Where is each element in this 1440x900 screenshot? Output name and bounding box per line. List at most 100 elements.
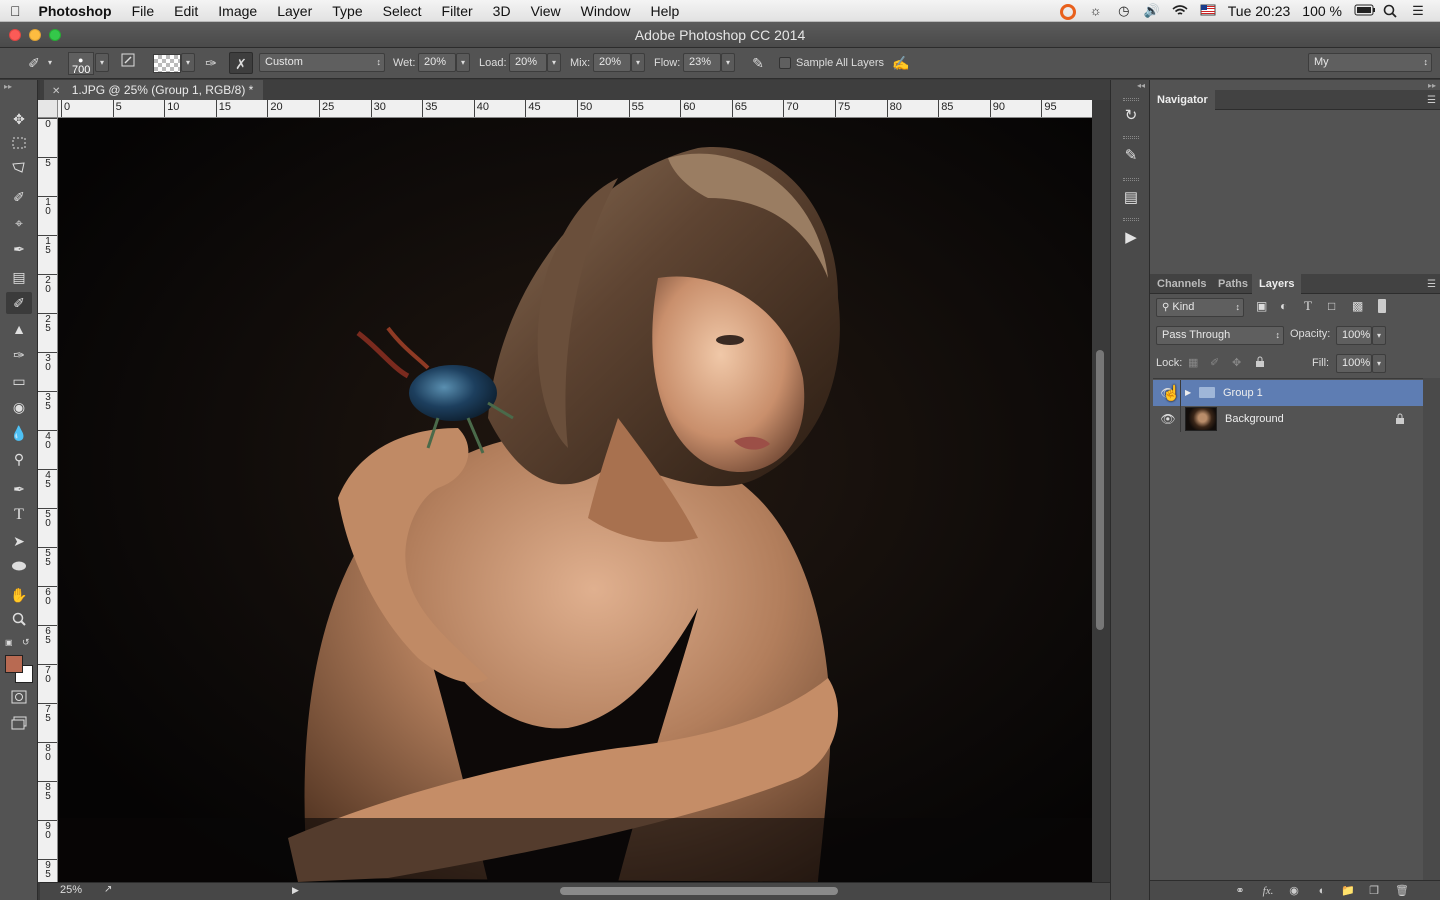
menu-layer[interactable]: Layer [267, 0, 322, 22]
type-tool-icon[interactable]: T [6, 504, 32, 526]
mix-dropdown[interactable]: ▾ [631, 53, 645, 72]
horizontal-scroll-thumb[interactable] [560, 887, 838, 895]
lock-position-icon[interactable]: ✥ [1232, 356, 1241, 369]
zoom-tool-icon[interactable] [6, 610, 32, 632]
battery-percent[interactable]: 100 % [1302, 3, 1342, 19]
brush-preset-dropdown[interactable]: ▾ [95, 53, 109, 72]
menu-type[interactable]: Type [322, 0, 372, 22]
filter-shape-layers-icon[interactable]: □ [1328, 299, 1335, 313]
layer-row-background[interactable]: 👁 Background [1153, 406, 1423, 432]
blur-tool-icon[interactable]: 💧 [6, 422, 32, 444]
close-window-button[interactable] [9, 29, 21, 41]
dock-grip[interactable] [1123, 178, 1139, 181]
notification-center-icon[interactable]: ☰ [1410, 4, 1426, 18]
layer-name[interactable]: Background [1225, 406, 1284, 432]
menu-3d[interactable]: 3D [483, 0, 521, 22]
zoom-level[interactable]: 25% [60, 884, 82, 896]
document-canvas[interactable] [58, 118, 1092, 882]
crop-tool-icon[interactable]: ⌖ [6, 212, 32, 234]
dock-grip[interactable] [1123, 98, 1139, 101]
marquee-tool-icon[interactable] [6, 134, 32, 156]
new-adjustment-layer-icon[interactable]: ◐ [1312, 883, 1332, 899]
lock-all-icon[interactable] [1255, 356, 1265, 371]
timemachine-icon[interactable]: ◷ [1116, 4, 1132, 18]
new-group-folder-icon[interactable]: 📁 [1338, 883, 1358, 899]
foreground-color-swatch[interactable] [5, 655, 23, 673]
layer-visibility-eye-icon[interactable]: 👁 [1159, 406, 1177, 432]
blend-preset-select[interactable]: Custom ↕ [259, 53, 385, 72]
wet-field[interactable]: 20% [418, 53, 456, 72]
filter-pixel-layers-icon[interactable]: ▣ [1256, 299, 1267, 313]
filter-smart-objects-icon[interactable]: ▩ [1352, 299, 1363, 313]
current-brush-load-swatch[interactable] [153, 54, 181, 73]
load-swatch-dropdown[interactable]: ▾ [181, 53, 195, 72]
flow-dropdown[interactable]: ▾ [721, 53, 735, 72]
clone-source-panel-icon[interactable]: ▤ [1119, 186, 1143, 210]
actions-panel-icon[interactable]: ▶ [1119, 226, 1143, 250]
menu-app-name[interactable]: Photoshop [31, 0, 122, 22]
tab-layers[interactable]: Layers [1252, 274, 1302, 294]
delete-layer-trash-icon[interactable]: 🗑 [1392, 883, 1412, 899]
minimize-window-button[interactable] [29, 29, 41, 41]
menu-edit[interactable]: Edit [164, 0, 208, 22]
menu-filter[interactable]: Filter [432, 0, 483, 22]
hand-tool-icon[interactable]: ✋ [6, 584, 32, 606]
filter-toggle-switch[interactable] [1378, 299, 1386, 313]
group-expand-triangle-icon[interactable]: ▶ [1185, 380, 1191, 406]
clock[interactable]: Tue 20:23 [1228, 3, 1291, 19]
layer-style-fx-icon[interactable]: fx. [1258, 883, 1278, 899]
move-tool-icon[interactable]: ✥ [6, 108, 32, 130]
wifi-icon[interactable] [1172, 4, 1188, 18]
menu-view[interactable]: View [521, 0, 571, 22]
load-brush-after-stroke-icon[interactable]: ✑ [199, 52, 223, 74]
eraser-tool-icon[interactable]: ▭ [6, 370, 32, 392]
filter-adjustment-layers-icon[interactable]: ◐ [1280, 299, 1287, 313]
wet-dropdown[interactable]: ▾ [456, 53, 470, 72]
horizontal-ruler[interactable]: 0 5 10 15 20 25 30 35 40 45 50 55 60 65 70 75 80 85 90 95 [58, 100, 1092, 118]
apple-icon[interactable]:  [0, 0, 31, 22]
collapse-panel-icon[interactable]: ▸▸ [4, 82, 12, 91]
workspace-select[interactable]: My ↕ [1308, 53, 1432, 72]
link-layers-icon[interactable]: ⚭ [1230, 883, 1250, 899]
pressure-size-icon[interactable]: ✍ [889, 52, 913, 74]
brightness-icon[interactable]: ☼ [1088, 4, 1104, 18]
lasso-tool-icon[interactable] [6, 160, 32, 182]
panel-menu-icon[interactable]: ☰ [1427, 95, 1436, 106]
tab-navigator[interactable]: Navigator [1150, 90, 1215, 110]
dock-grip[interactable] [1123, 218, 1139, 221]
collapse-panels-icon[interactable]: ▸▸ [1428, 81, 1436, 90]
lock-image-pixels-icon[interactable]: ✐ [1210, 356, 1219, 369]
new-layer-icon[interactable]: ❐ [1364, 883, 1384, 899]
status-menu-arrow-icon[interactable]: ▶ [292, 885, 299, 896]
battery-icon[interactable] [1354, 4, 1375, 18]
fill-field[interactable]: 100% [1336, 354, 1372, 373]
volume-icon[interactable]: 🔊 [1144, 4, 1160, 18]
blend-mode-select[interactable]: Pass Through ↕ [1156, 326, 1284, 345]
layer-row-group-1[interactable]: 👁 ▶ Group 1 [1153, 380, 1423, 406]
brush-preset-picker[interactable]: ● 700 [68, 52, 94, 76]
flag-icon[interactable] [1200, 4, 1216, 18]
layer-filter-kind-select[interactable]: ⚲ Kind ↕ [1156, 298, 1244, 317]
ellipse-tool-icon[interactable] [6, 556, 32, 578]
load-dropdown[interactable]: ▾ [547, 53, 561, 72]
quick-mask-icon[interactable] [6, 688, 32, 710]
menu-file[interactable]: File [122, 0, 165, 22]
layers-scrollbar[interactable] [1423, 378, 1440, 880]
close-tab-icon[interactable]: ✕ [52, 86, 60, 97]
clone-stamp-tool-icon[interactable]: ▲ [6, 318, 32, 340]
dodge-tool-icon[interactable]: ⚲ [6, 448, 32, 470]
brush-presets-panel-icon[interactable]: ✎ [1119, 144, 1143, 168]
collapse-dock-icon[interactable]: ◂◂ [1137, 81, 1145, 90]
dock-grip[interactable] [1123, 136, 1139, 139]
history-panel-icon[interactable]: ↻ [1119, 104, 1143, 128]
tab-channels[interactable]: Channels [1150, 274, 1214, 294]
document-tab[interactable]: ✕ 1.JPG @ 25% (Group 1, RGB/8) * [44, 80, 264, 100]
load-field[interactable]: 20% [509, 53, 547, 72]
fill-dropdown[interactable]: ▾ [1372, 354, 1386, 373]
mix-field[interactable]: 20% [593, 53, 631, 72]
share-icon[interactable]: ↗ [104, 884, 112, 895]
flow-field[interactable]: 23% [683, 53, 721, 72]
tab-paths[interactable]: Paths [1211, 274, 1255, 294]
menu-help[interactable]: Help [640, 0, 689, 22]
sample-all-layers-checkbox[interactable] [779, 57, 791, 69]
